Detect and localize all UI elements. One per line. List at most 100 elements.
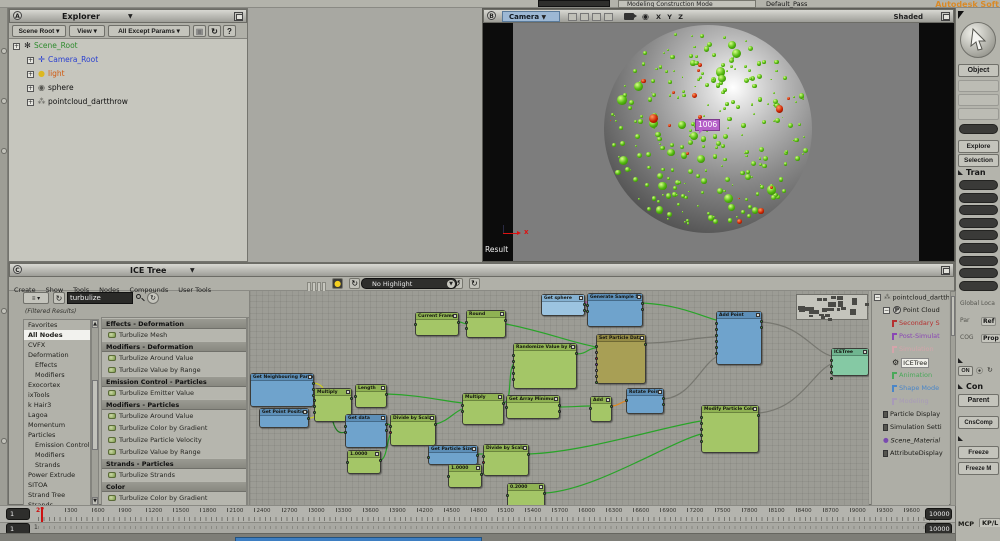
node-list-item[interactable]: Turbulize Value by Range — [102, 364, 246, 376]
axis-letters[interactable]: X Y Z — [656, 13, 685, 21]
scene-tree-modeling[interactable]: Modeling — [872, 395, 949, 408]
parent-button[interactable]: Parent — [958, 394, 999, 407]
graph-node-1-0000[interactable]: 1.0000 — [347, 450, 381, 474]
input-port[interactable] — [715, 352, 718, 355]
memo-cam-button[interactable] — [580, 13, 589, 21]
input-port[interactable] — [461, 410, 464, 413]
input-port[interactable] — [465, 321, 468, 324]
input-port[interactable] — [700, 428, 703, 431]
graph-node-add[interactable]: Add — [590, 396, 612, 422]
input-port[interactable] — [465, 327, 468, 330]
scene-tree-icetree[interactable]: ⚙ICETree — [872, 356, 949, 369]
frame-start-field[interactable]: 1 — [6, 508, 30, 520]
strip-button[interactable] — [1, 148, 7, 154]
category-all-nodes[interactable]: All Nodes — [24, 330, 90, 340]
graph-node-1-0000[interactable]: 1.0000 — [448, 464, 482, 488]
tree-item-light[interactable]: +●light — [9, 67, 247, 81]
transform-slider[interactable] — [959, 268, 998, 278]
output-port[interactable] — [662, 397, 665, 400]
memo-cam-button[interactable] — [592, 13, 601, 21]
dark-field[interactable] — [959, 124, 998, 134]
output-port[interactable] — [385, 393, 388, 396]
tree-item-camera_root[interactable]: +✛Camera_Root — [9, 53, 247, 67]
view-b-icon[interactable]: B — [487, 11, 496, 20]
expand-icon[interactable]: + — [13, 43, 20, 50]
viewport-title[interactable]: Camera ▼ — [502, 11, 560, 22]
expand-icon[interactable]: + — [27, 99, 34, 106]
graph-node-set-particle-data[interactable]: Set Particle Data — [596, 334, 646, 384]
output-port[interactable] — [641, 308, 644, 311]
output-port[interactable] — [558, 404, 561, 407]
scene-tree-secondary-s[interactable]: Secondary S — [872, 317, 949, 330]
category-deformation[interactable]: Deformation — [24, 350, 90, 360]
transform-slider[interactable] — [959, 256, 998, 266]
category-lagoa[interactable]: Lagoa — [24, 410, 90, 420]
input-port[interactable] — [700, 434, 703, 437]
input-port[interactable] — [354, 395, 357, 398]
output-port[interactable] — [350, 397, 353, 400]
graph-node-generate-sample-set[interactable]: Generate Sample Set — [587, 293, 643, 327]
blank-button[interactable] — [958, 108, 999, 120]
category-particles[interactable]: Particles — [24, 430, 90, 440]
output-port[interactable] — [662, 403, 665, 406]
explorer-header[interactable]: A Explorer ▼ — [9, 9, 247, 23]
refresh-icon[interactable]: ↻ — [208, 25, 221, 37]
toggle-global[interactable]: Global — [960, 300, 979, 307]
maximize-icon[interactable] — [941, 266, 950, 275]
category-exocortex[interactable]: Exocortex — [24, 380, 90, 390]
output-port[interactable] — [610, 405, 613, 408]
graph-node-0-2000[interactable]: 0.2000 — [507, 483, 545, 506]
expand-icon[interactable]: + — [27, 71, 34, 78]
clear-search-icon[interactable]: ↻ — [147, 292, 159, 304]
tree-item-pointcloud_dartthrow[interactable]: +⁂pointcloud_dartthrow — [9, 95, 247, 109]
graph-node-get-particle-size[interactable]: Get Particle Size — [428, 445, 478, 465]
freeze-m-button[interactable]: Freeze M — [958, 462, 999, 475]
output-port[interactable] — [527, 453, 530, 456]
input-port[interactable] — [700, 416, 703, 419]
construction-mode-dropdown[interactable]: Modeling Construction Mode — [618, 0, 756, 8]
collapse-icon[interactable]: − — [883, 307, 890, 314]
graph-node-randomize-value-by-range[interactable]: Randomize Value by Range — [513, 343, 577, 389]
category-strand-tree[interactable]: Strand Tree — [24, 490, 90, 500]
expand-icon[interactable]: + — [27, 57, 34, 64]
graph-node-get-sphere[interactable]: Get sphere — [541, 294, 585, 316]
tree-item-scene_root[interactable]: +✻Scene_Root — [9, 39, 247, 53]
output-port[interactable] — [457, 321, 460, 324]
input-port[interactable] — [830, 371, 833, 374]
view-a-icon[interactable]: A — [13, 11, 22, 20]
input-port[interactable] — [595, 375, 598, 378]
view-dropdown[interactable]: View ▾ — [69, 25, 105, 37]
scroll-up-icon[interactable]: ▲ — [92, 320, 98, 328]
graph-node-get-point-position[interactable]: Get Point Position — [259, 408, 309, 428]
viewport-content[interactable]: 1006 x Result — [483, 23, 954, 261]
transform-slider[interactable] — [959, 281, 998, 291]
node-list-item[interactable]: Turbulize Emitter Value — [102, 387, 246, 399]
graph-node-multiply[interactable]: Multiply — [462, 393, 504, 425]
input-port[interactable] — [512, 378, 515, 381]
scene-tree-post-simulat[interactable]: Post-Simulat — [872, 330, 949, 343]
timeline-ruler[interactable]: 1 27 30060090012001500180021002400270030… — [0, 505, 955, 522]
transform-slider[interactable] — [959, 243, 998, 253]
category-emission-control[interactable]: Emission Control — [24, 440, 90, 450]
input-port[interactable] — [344, 431, 347, 434]
toggle-loca[interactable]: Loca — [981, 300, 995, 307]
node-list-item[interactable]: Turbulize Color by Gradient — [102, 422, 246, 434]
output-port[interactable] — [480, 473, 483, 476]
output-port[interactable] — [760, 320, 763, 323]
input-port[interactable] — [715, 346, 718, 349]
category-cvfx[interactable]: CVFX — [24, 340, 90, 350]
ice-vertical-scrollbar[interactable] — [950, 291, 956, 506]
input-port[interactable] — [427, 456, 430, 459]
input-port[interactable] — [715, 334, 718, 337]
input-port[interactable] — [830, 377, 833, 380]
scroll-down-icon[interactable]: ▼ — [92, 497, 98, 505]
playback-range-ruler[interactable]: 1 1 10000 — [0, 522, 955, 533]
input-port[interactable] — [313, 399, 316, 402]
snap-on-toggle[interactable]: ON — [958, 366, 973, 376]
input-port[interactable] — [414, 323, 417, 326]
category-favorites[interactable]: Favorites — [24, 320, 90, 330]
output-port[interactable] — [760, 326, 763, 329]
output-port[interactable] — [312, 382, 315, 385]
refresh-icon[interactable]: ↻ — [349, 278, 360, 289]
node-list-item[interactable]: Turbulize Around Value — [102, 352, 246, 364]
